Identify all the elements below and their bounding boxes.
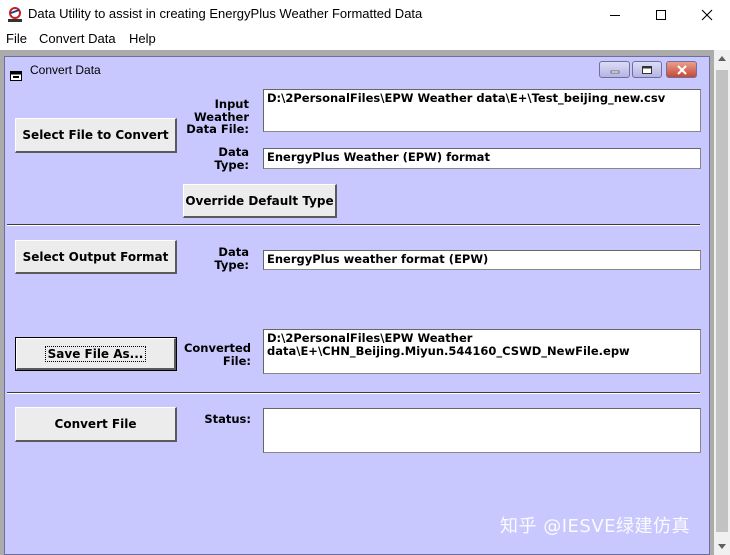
minimize-icon xyxy=(609,60,621,79)
select-output-format-label: Select Output Format xyxy=(22,249,169,264)
vertical-scrollbar[interactable] xyxy=(714,50,730,555)
child-window-controls xyxy=(599,61,703,79)
child-minimize-button[interactable] xyxy=(599,61,630,78)
minimize-icon xyxy=(609,9,621,21)
minimize-button[interactable] xyxy=(592,0,638,30)
child-window-title: Convert Data xyxy=(30,63,101,77)
input-weather-label-text: Input Weather Data File: xyxy=(186,97,249,136)
input-data-type-label: Data Type: xyxy=(177,146,249,171)
convert-file-button[interactable]: Convert File xyxy=(15,407,177,442)
input-file-field[interactable]: D:\2PersonalFiles\EPW Weather data\E+\Te… xyxy=(263,89,701,132)
window-title: Data Utility to assist in creating Energ… xyxy=(28,6,423,21)
watermark: 知乎 @IESVE绿建仿真 xyxy=(500,516,691,537)
section-divider xyxy=(7,392,700,394)
select-file-button[interactable]: Select File to Convert xyxy=(15,118,177,153)
menu-convert-data[interactable]: Convert Data xyxy=(39,31,116,46)
converted-file-label: Converted File: xyxy=(177,342,251,367)
output-data-type-label: Data Type: xyxy=(177,246,249,271)
maximize-button[interactable] xyxy=(638,0,684,30)
menu-help[interactable]: Help xyxy=(129,31,156,46)
menu-bar: File Convert Data Help xyxy=(0,30,730,50)
energyplus-logo-icon xyxy=(6,6,24,24)
scrollbar-thumb[interactable] xyxy=(716,70,728,532)
converted-file-field[interactable]: D:\2PersonalFiles\EPW Weather data\E+\CH… xyxy=(263,329,701,374)
close-button[interactable] xyxy=(684,0,730,30)
title-bar: Data Utility to assist in creating Energ… xyxy=(0,0,730,30)
menu-file[interactable]: File xyxy=(6,31,27,46)
input-data-type-label-text: Data Type: xyxy=(214,145,249,172)
input-weather-label: Input Weather Data File: xyxy=(177,98,249,136)
status-label-text: Status: xyxy=(204,412,251,426)
child-restore-button[interactable] xyxy=(632,61,662,78)
status-label: Status: xyxy=(177,413,251,426)
scroll-down-arrow-icon[interactable] xyxy=(714,539,730,555)
override-type-button[interactable]: Override Default Type xyxy=(183,184,337,218)
output-data-type-label-text: Data Type: xyxy=(214,245,249,272)
save-file-as-button[interactable]: Save File As... xyxy=(15,337,177,371)
input-data-type-field[interactable]: EnergyPlus Weather (EPW) format xyxy=(263,148,701,169)
child-close-button[interactable] xyxy=(666,61,697,78)
convert-file-label: Convert File xyxy=(54,417,137,431)
output-data-type-field[interactable]: EnergyPlus weather format (EPW) xyxy=(263,250,701,270)
close-icon xyxy=(701,9,713,21)
section-divider xyxy=(7,224,700,226)
form-icon xyxy=(10,66,22,81)
converted-file-label-text: Converted File: xyxy=(183,341,251,368)
child-title-bar: Convert Data xyxy=(5,57,709,83)
restore-icon xyxy=(641,60,653,79)
maximize-icon xyxy=(655,9,667,21)
status-field xyxy=(263,408,701,453)
select-output-format-button[interactable]: Select Output Format xyxy=(15,240,177,274)
close-icon xyxy=(676,60,688,79)
convert-data-window: Convert Data Select File to Convert Inpu… xyxy=(4,56,710,555)
override-type-label: Override Default Type xyxy=(185,193,334,208)
scroll-up-arrow-icon[interactable] xyxy=(714,50,730,66)
save-file-as-label: Save File As... xyxy=(44,345,147,362)
select-file-label: Select File to Convert xyxy=(22,128,169,142)
